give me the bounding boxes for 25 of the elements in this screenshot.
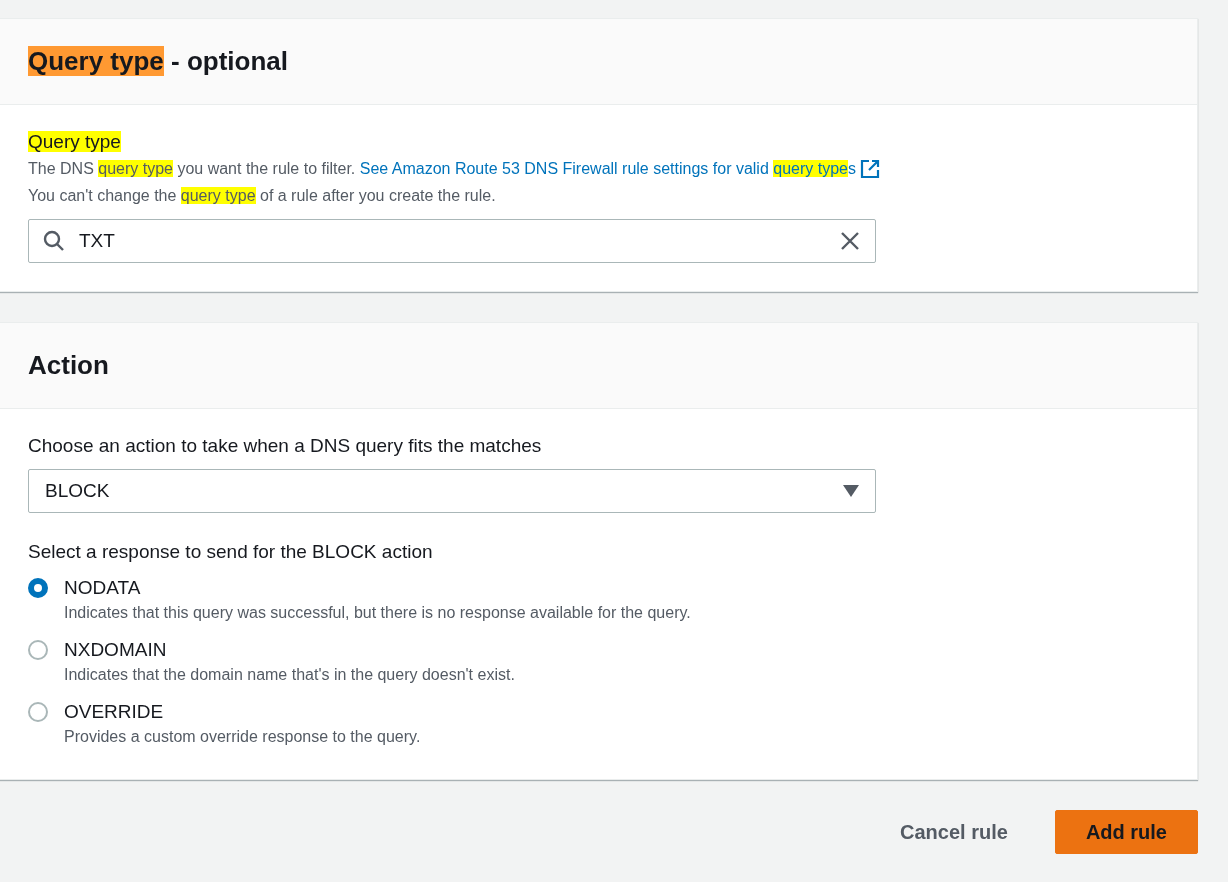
field-label: Select a response to send for the BLOCK action	[28, 540, 434, 564]
radio-button[interactable]	[28, 640, 48, 660]
caret-icon	[843, 485, 859, 497]
radio-button[interactable]	[28, 702, 48, 722]
field-label: Choose an action to take when a DNS query fits the matches	[28, 434, 543, 458]
action-dropdown[interactable]: BLOCK	[28, 469, 876, 513]
close-icon[interactable]	[840, 231, 860, 251]
link[interactable]: See Amazon Route 53 DNS Firewall rule settings for valid query types	[359, 155, 880, 182]
field-label: Query type	[28, 130, 122, 154]
cancel-button[interactable]: Cancel rule	[871, 810, 1037, 854]
option-description: Indicates that the domain name that's in the query doesn't exist.	[64, 665, 516, 685]
section-title: Action	[0, 323, 1197, 409]
add-button[interactable]: Add rule	[1054, 810, 1198, 854]
description: You can't change the query type of a rule after you create the rule.	[28, 186, 497, 206]
option-label: NXDOMAIN	[64, 638, 168, 662]
option-description: Indicates that this query was successful, but there is no response available for the query.	[64, 603, 692, 623]
description: The DNS query type you want the rule to filter. See Amazon Route 53 DNS Firewall rule settings for valid query types	[28, 155, 1169, 182]
section-title: Query type - optional	[0, 19, 1197, 105]
search-field[interactable]: TXT	[28, 219, 876, 263]
search-icon	[43, 230, 65, 252]
option-description: Provides a custom override response to the query.	[64, 727, 422, 747]
option-label: OVERRIDE	[64, 700, 165, 724]
radio-button[interactable]	[28, 578, 48, 598]
external-link-icon	[860, 158, 880, 179]
option-label: NODATA	[64, 576, 142, 600]
